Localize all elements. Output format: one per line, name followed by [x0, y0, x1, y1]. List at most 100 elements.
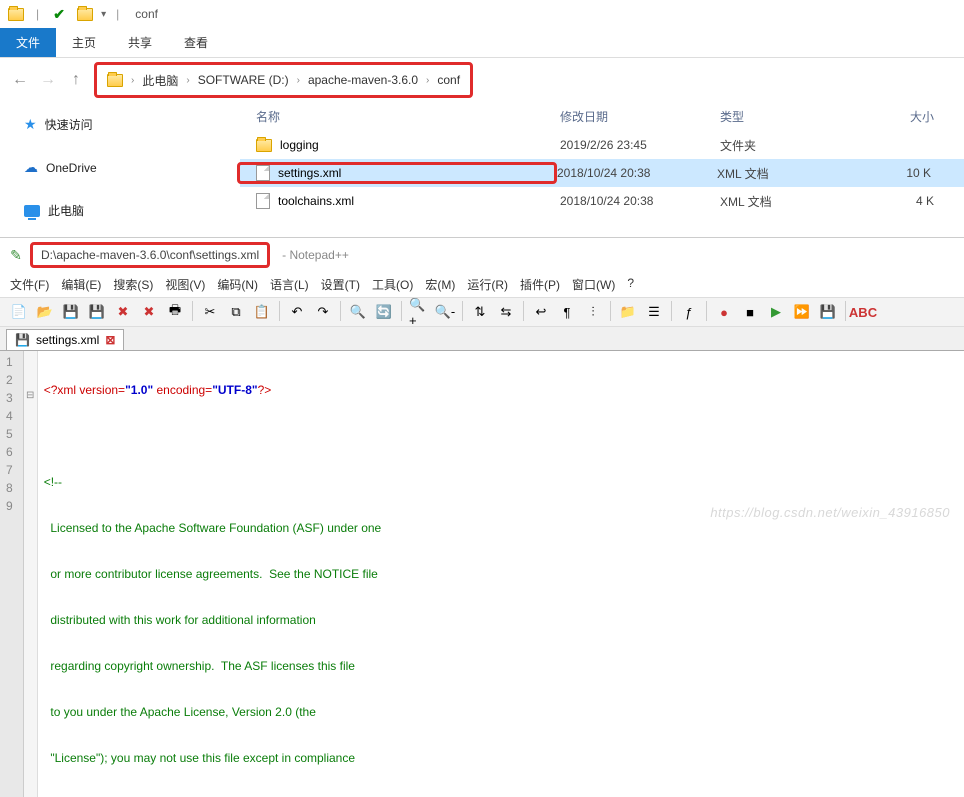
close-icon[interactable]: ✖ [112, 301, 134, 323]
sidebar-item-label: OneDrive [46, 161, 97, 175]
save-all-icon[interactable]: 💾 [86, 301, 108, 323]
print-icon[interactable]: 🖶 [164, 301, 186, 323]
menu-encoding[interactable]: 编码(N) [217, 276, 258, 293]
toolbar-separator [279, 301, 280, 321]
star-icon: ★ [24, 116, 37, 133]
toolbar-separator [671, 301, 672, 321]
menu-settings[interactable]: 设置(T) [321, 276, 360, 293]
cloud-icon: ☁ [24, 159, 38, 176]
address-bar-row: ← → ↑ › 此电脑 › SOFTWARE (D:) › apache-mav… [0, 58, 964, 102]
forward-button[interactable]: → [38, 71, 58, 89]
play-macro-icon[interactable]: ▶ [765, 301, 787, 323]
sync-v-icon[interactable]: ⇅ [469, 301, 491, 323]
save-macro-icon[interactable]: 💾 [817, 301, 839, 323]
record-macro-icon[interactable]: ● [713, 301, 735, 323]
indent-guide-icon[interactable]: ⫶ [582, 301, 604, 323]
wordwrap-icon[interactable]: ↩ [530, 301, 552, 323]
dropdown-caret-icon[interactable]: ▾ [101, 9, 106, 20]
breadcrumb[interactable]: › 此电脑 › SOFTWARE (D:) › apache-maven-3.6… [94, 62, 473, 98]
title-separator-2: | [116, 7, 119, 21]
ribbon-tab-home[interactable]: 主页 [56, 28, 112, 57]
file-size: 4 K [860, 194, 950, 208]
save-icon[interactable]: 💾 [60, 301, 82, 323]
breadcrumb-seg[interactable]: SOFTWARE (D:) [198, 73, 289, 87]
undo-icon[interactable]: ↶ [286, 301, 308, 323]
sidebar-item-quick-access[interactable]: ★ 快速访问 [20, 110, 240, 139]
replace-icon[interactable]: 🔄 [373, 301, 395, 323]
back-button[interactable]: ← [10, 71, 30, 89]
menu-help[interactable]: ? [627, 276, 634, 293]
title-bar: | ✔ ▾ | conf [0, 0, 964, 28]
file-row[interactable]: logging 2019/2/26 23:45 文件夹 [240, 131, 964, 159]
menu-macro[interactable]: 宏(M) [425, 276, 455, 293]
line-numbers: 123456789 [0, 351, 24, 797]
play-multi-icon[interactable]: ⏩ [791, 301, 813, 323]
sidebar-item-this-pc[interactable]: 此电脑 [20, 196, 240, 225]
redo-icon[interactable]: ↷ [312, 301, 334, 323]
open-file-icon[interactable]: 📂 [34, 301, 56, 323]
toolbar: 📄 📂 💾 💾 ✖ ✖ 🖶 ✂ ⧉ 📋 ↶ ↷ 🔍 🔄 🔍+ 🔍- ⇅ ⇆ ↩ … [0, 297, 964, 327]
menu-run[interactable]: 运行(R) [467, 276, 508, 293]
header-type[interactable]: 类型 [720, 108, 860, 125]
tab-label: settings.xml [36, 333, 99, 347]
ribbon-tab-file[interactable]: 文件 [0, 28, 56, 57]
header-size[interactable]: 大小 [860, 108, 950, 125]
zoom-in-icon[interactable]: 🔍+ [408, 301, 430, 323]
toolbar-separator [401, 301, 402, 321]
menu-window[interactable]: 窗口(W) [572, 276, 615, 293]
editor-tabs: 💾 settings.xml ⊠ [0, 327, 964, 351]
menu-search[interactable]: 搜索(S) [113, 276, 153, 293]
find-icon[interactable]: 🔍 [347, 301, 369, 323]
sync-h-icon[interactable]: ⇆ [495, 301, 517, 323]
menu-tools[interactable]: 工具(O) [372, 276, 413, 293]
sidebar-item-label: 此电脑 [48, 202, 84, 219]
paste-icon[interactable]: 📋 [251, 301, 273, 323]
ribbon-tab-share[interactable]: 共享 [112, 28, 168, 57]
function-list-icon[interactable]: ƒ [678, 301, 700, 323]
file-icon [256, 165, 270, 181]
breadcrumb-seg[interactable]: 此电脑 [142, 72, 178, 89]
menu-plugins[interactable]: 插件(P) [520, 276, 560, 293]
menu-file[interactable]: 文件(F) [10, 276, 49, 293]
menu-language[interactable]: 语言(L) [270, 276, 309, 293]
column-headers: 名称 修改日期 类型 大小 [240, 102, 964, 131]
up-button[interactable]: ↑ [66, 71, 86, 89]
editor-tab-active[interactable]: 💾 settings.xml ⊠ [6, 329, 124, 350]
cut-icon[interactable]: ✂ [199, 301, 221, 323]
breadcrumb-seg[interactable]: conf [437, 73, 460, 87]
folder-small-icon [75, 4, 95, 24]
sidebar-item-onedrive[interactable]: ☁ OneDrive [20, 153, 240, 182]
code-editor[interactable]: 123456789 ⊟ <?xml version="1.0" encoding… [0, 351, 964, 797]
folder-docs-icon[interactable]: 📁 [617, 301, 639, 323]
toolbar-separator [340, 301, 341, 321]
allchars-icon[interactable]: ¶ [556, 301, 578, 323]
toolbar-separator [523, 301, 524, 321]
ribbon-tab-view[interactable]: 查看 [168, 28, 224, 57]
fold-column[interactable]: ⊟ [24, 351, 38, 797]
file-list: 名称 修改日期 类型 大小 logging 2019/2/26 23:45 文件… [240, 102, 964, 233]
file-row[interactable]: toolchains.xml 2018/10/24 20:38 XML 文档 4… [240, 187, 964, 215]
close-all-icon[interactable]: ✖ [138, 301, 160, 323]
breadcrumb-seg[interactable]: apache-maven-3.6.0 [308, 73, 418, 87]
chevron-right-icon: › [426, 75, 429, 86]
header-date[interactable]: 修改日期 [560, 108, 720, 125]
new-file-icon[interactable]: 📄 [8, 301, 30, 323]
chevron-right-icon: › [297, 75, 300, 86]
menu-view[interactable]: 视图(V) [165, 276, 205, 293]
file-row-selected[interactable]: settings.xml 2018/10/24 20:38 XML 文档 10 … [240, 159, 964, 187]
header-name[interactable]: 名称 [240, 108, 560, 125]
close-tab-icon[interactable]: ⊠ [105, 333, 115, 347]
zoom-out-icon[interactable]: 🔍- [434, 301, 456, 323]
stop-macro-icon[interactable]: ■ [739, 301, 761, 323]
file-icon [256, 193, 270, 209]
doc-list-icon[interactable]: ☰ [643, 301, 665, 323]
file-date: 2018/10/24 20:38 [557, 166, 717, 180]
window-title: conf [135, 7, 158, 21]
chevron-right-icon: › [131, 75, 134, 86]
title-separator: | [36, 7, 39, 21]
copy-icon[interactable]: ⧉ [225, 301, 247, 323]
menu-edit[interactable]: 编辑(E) [61, 276, 101, 293]
code-content[interactable]: <?xml version="1.0" encoding="UTF-8"?> <… [38, 351, 388, 797]
spellcheck-icon[interactable]: ABC [852, 301, 874, 323]
menu-bar: 文件(F) 编辑(E) 搜索(S) 视图(V) 编码(N) 语言(L) 设置(T… [0, 272, 964, 297]
